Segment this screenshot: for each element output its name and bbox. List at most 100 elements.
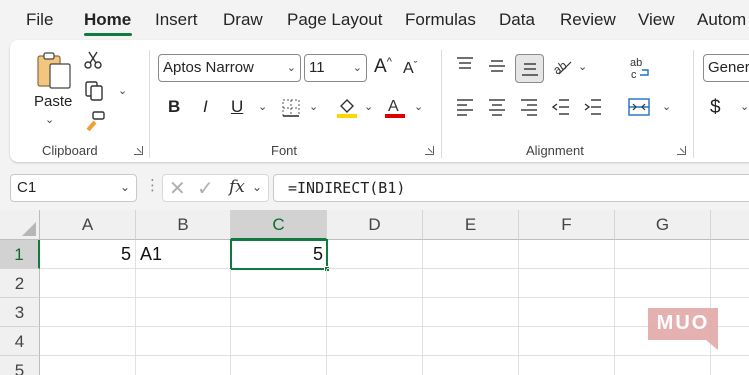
cell-d4[interactable] bbox=[327, 327, 423, 356]
row-header-1[interactable]: 1 bbox=[0, 240, 40, 269]
cell-f3[interactable] bbox=[519, 298, 615, 327]
cell-h2[interactable] bbox=[711, 269, 749, 298]
column-header-c[interactable]: C bbox=[231, 210, 327, 240]
fill-color-icon[interactable] bbox=[336, 96, 358, 120]
cell-h1[interactable] bbox=[711, 240, 749, 269]
increase-indent-icon[interactable] bbox=[583, 98, 603, 116]
cell-c2[interactable] bbox=[231, 269, 327, 298]
enter-icon[interactable]: ✓ bbox=[197, 176, 214, 201]
fill-color-chevron-down-icon[interactable]: ⌄ bbox=[364, 100, 373, 113]
cut-icon[interactable] bbox=[84, 50, 102, 70]
cell-c3[interactable] bbox=[231, 298, 327, 327]
paste-chevron-down-icon[interactable]: ⌄ bbox=[45, 113, 54, 126]
merge-center-icon[interactable] bbox=[627, 97, 651, 117]
underline-chevron-down-icon[interactable]: ⌄ bbox=[258, 100, 267, 113]
decrease-font-size-icon[interactable]: Aˇ bbox=[403, 60, 417, 78]
alignment-launcher-icon[interactable] bbox=[677, 146, 686, 155]
column-header-b[interactable]: B bbox=[136, 210, 231, 240]
cell-a4[interactable] bbox=[40, 327, 136, 356]
cell-h5[interactable] bbox=[711, 356, 749, 375]
cell-e1[interactable] bbox=[423, 240, 519, 269]
tab-file[interactable]: File bbox=[26, 10, 53, 30]
align-center-icon[interactable] bbox=[487, 98, 507, 116]
middle-align-icon[interactable] bbox=[487, 58, 507, 74]
cell-d1[interactable] bbox=[327, 240, 423, 269]
clipboard-launcher-icon[interactable] bbox=[134, 146, 143, 155]
align-left-icon[interactable] bbox=[455, 98, 475, 116]
row-header-2[interactable]: 2 bbox=[0, 269, 40, 298]
fx-chevron-down-icon[interactable]: ⌄ bbox=[252, 180, 262, 194]
cell-b2[interactable] bbox=[136, 269, 231, 298]
font-size-dropdown[interactable]: 11 ⌄ bbox=[304, 54, 367, 82]
tab-home[interactable]: Home bbox=[84, 10, 131, 30]
name-box-chevron-down-icon[interactable]: ⌄ bbox=[120, 180, 130, 194]
font-name-dropdown[interactable]: Aptos Narrow ⌄ bbox=[158, 54, 301, 82]
merge-chevron-down-icon[interactable]: ⌄ bbox=[662, 100, 671, 113]
tab-insert[interactable]: Insert bbox=[155, 10, 198, 30]
column-header-g[interactable]: G bbox=[615, 210, 711, 240]
number-format-dropdown[interactable]: Genera bbox=[703, 54, 749, 82]
tab-data[interactable]: Data bbox=[499, 10, 535, 30]
cell-g1[interactable] bbox=[615, 240, 711, 269]
bold-button[interactable]: B bbox=[168, 97, 180, 117]
increase-font-size-icon[interactable]: A^ bbox=[374, 56, 392, 78]
paste-label[interactable]: Paste bbox=[34, 93, 72, 110]
cell-e4[interactable] bbox=[423, 327, 519, 356]
cell-f2[interactable] bbox=[519, 269, 615, 298]
more-options-icon[interactable]: ⋮ bbox=[145, 176, 160, 194]
insert-function-icon[interactable]: fx bbox=[229, 177, 245, 197]
font-color-icon[interactable]: A bbox=[384, 96, 406, 120]
cell-b3[interactable] bbox=[136, 298, 231, 327]
copy-icon[interactable] bbox=[84, 80, 106, 102]
cell-d2[interactable] bbox=[327, 269, 423, 298]
column-header-f[interactable]: F bbox=[519, 210, 615, 240]
cell-c1[interactable]: 5 bbox=[230, 239, 328, 270]
orientation-icon[interactable]: ab bbox=[551, 55, 573, 77]
borders-chevron-down-icon[interactable]: ⌄ bbox=[309, 100, 318, 113]
cell-e2[interactable] bbox=[423, 269, 519, 298]
cell-f4[interactable] bbox=[519, 327, 615, 356]
italic-button[interactable]: I bbox=[203, 97, 208, 117]
tab-review[interactable]: Review bbox=[560, 10, 616, 30]
top-align-icon[interactable] bbox=[455, 56, 475, 72]
tab-view[interactable]: View bbox=[638, 10, 675, 30]
copy-chevron-down-icon[interactable]: ⌄ bbox=[118, 84, 127, 97]
cell-f5[interactable] bbox=[519, 356, 615, 375]
cancel-icon[interactable]: ✕ bbox=[169, 176, 186, 201]
row-header-5[interactable]: 5 bbox=[0, 356, 40, 375]
cell-d5[interactable] bbox=[327, 356, 423, 375]
tab-automate[interactable]: Autom bbox=[697, 10, 746, 30]
currency-format-button[interactable]: $ bbox=[710, 97, 721, 119]
tab-formulas[interactable]: Formulas bbox=[405, 10, 476, 30]
cell-e5[interactable] bbox=[423, 356, 519, 375]
currency-chevron-down-icon[interactable]: ⌄ bbox=[740, 100, 749, 113]
bottom-align-button[interactable] bbox=[515, 54, 544, 83]
underline-button[interactable]: U bbox=[231, 97, 243, 117]
column-header-d[interactable]: D bbox=[327, 210, 423, 240]
format-painter-icon[interactable] bbox=[84, 110, 106, 132]
name-box[interactable]: C1 ⌄ bbox=[10, 174, 137, 202]
font-color-chevron-down-icon[interactable]: ⌄ bbox=[414, 100, 423, 113]
cell-b1[interactable]: A1 bbox=[136, 240, 231, 269]
tab-page-layout[interactable]: Page Layout bbox=[287, 10, 382, 30]
cell-b5[interactable] bbox=[136, 356, 231, 375]
align-right-icon[interactable] bbox=[519, 98, 539, 116]
cell-e3[interactable] bbox=[423, 298, 519, 327]
cell-c4[interactable] bbox=[231, 327, 327, 356]
cell-b4[interactable] bbox=[136, 327, 231, 356]
select-all-button[interactable] bbox=[0, 210, 40, 240]
cell-a2[interactable] bbox=[40, 269, 136, 298]
decrease-indent-icon[interactable] bbox=[551, 98, 571, 116]
cell-g2[interactable] bbox=[615, 269, 711, 298]
column-header-e[interactable]: E bbox=[423, 210, 519, 240]
tab-draw[interactable]: Draw bbox=[223, 10, 263, 30]
cell-a3[interactable] bbox=[40, 298, 136, 327]
font-launcher-icon[interactable] bbox=[425, 146, 434, 155]
cell-c5[interactable] bbox=[231, 356, 327, 375]
cell-d3[interactable] bbox=[327, 298, 423, 327]
column-header-a[interactable]: A bbox=[40, 210, 136, 240]
wrap-text-icon[interactable]: ab c bbox=[628, 56, 652, 80]
orientation-chevron-down-icon[interactable]: ⌄ bbox=[578, 60, 587, 73]
cell-g5[interactable] bbox=[615, 356, 711, 375]
borders-icon[interactable] bbox=[281, 98, 301, 118]
